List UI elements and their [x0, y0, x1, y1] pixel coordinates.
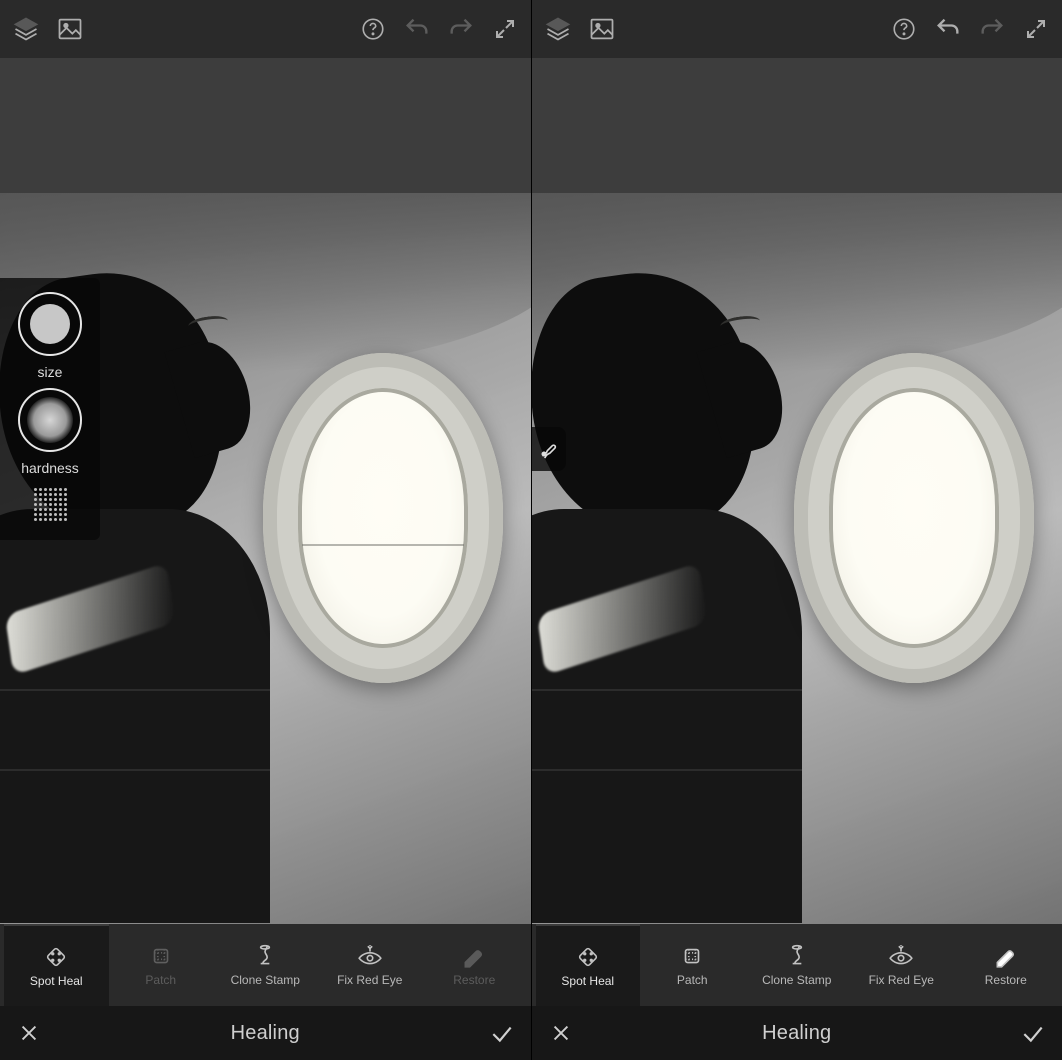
layers-icon[interactable] [542, 13, 574, 45]
brush-hardness-knob[interactable] [18, 388, 82, 452]
healing-tools: Spot Heal Patch Clone Stamp Fix Red Eye [0, 924, 531, 1006]
tool-patch[interactable]: Patch [640, 924, 745, 1006]
redo-icon[interactable] [445, 13, 477, 45]
undo-icon[interactable] [932, 13, 964, 45]
canvas-area[interactable]: size hardness [0, 58, 531, 924]
tool-restore-label: Restore [453, 973, 495, 987]
tool-clone-stamp-label: Clone Stamp [231, 973, 300, 987]
confirm-button[interactable] [487, 1018, 517, 1048]
airplane-window [263, 353, 503, 683]
subject-silhouette [532, 273, 802, 923]
tool-patch-label: Patch [677, 973, 708, 987]
cancel-button[interactable] [14, 1018, 44, 1048]
tool-restore[interactable]: Restore [954, 924, 1059, 1006]
image-icon[interactable] [54, 13, 86, 45]
airplane-window [794, 353, 1034, 683]
layers-icon[interactable] [10, 13, 42, 45]
tool-fix-red-eye[interactable]: Fix Red Eye [318, 924, 423, 1006]
help-icon[interactable] [888, 13, 920, 45]
top-toolbar [532, 0, 1062, 58]
undo-icon[interactable] [401, 13, 433, 45]
tool-spot-heal-label: Spot Heal [561, 974, 614, 988]
editor-panel-left: size hardness [0, 0, 531, 1060]
brush-settings-panel: size hardness [0, 278, 100, 540]
brush-hardness-label: hardness [21, 460, 79, 476]
tool-fix-red-eye-label: Fix Red Eye [337, 973, 402, 987]
editor-panel-right: Spot Heal Patch Clone Stamp Fix Red Eye [531, 0, 1062, 1060]
tool-clone-stamp[interactable]: Clone Stamp [745, 924, 850, 1006]
tool-patch-label: Patch [145, 973, 176, 987]
help-icon[interactable] [357, 13, 389, 45]
tool-spot-heal[interactable]: Spot Heal [536, 924, 641, 1006]
mode-title: Healing [576, 1022, 1019, 1045]
tool-restore[interactable]: Restore [422, 924, 527, 1006]
brush-size-knob[interactable] [18, 292, 82, 356]
confirm-button[interactable] [1018, 1018, 1048, 1048]
canvas-area[interactable] [532, 58, 1062, 924]
tool-restore-label: Restore [985, 973, 1027, 987]
mode-bar: Healing [0, 1006, 531, 1060]
mode-title: Healing [44, 1022, 487, 1045]
tool-fix-red-eye[interactable]: Fix Red Eye [849, 924, 954, 1006]
brush-pattern-icon[interactable] [30, 484, 70, 524]
tool-clone-stamp-label: Clone Stamp [762, 973, 831, 987]
tool-clone-stamp[interactable]: Clone Stamp [213, 924, 318, 1006]
healing-tools: Spot Heal Patch Clone Stamp Fix Red Eye [532, 924, 1062, 1006]
tool-spot-heal-label: Spot Heal [30, 974, 83, 988]
fullscreen-icon[interactable] [1020, 13, 1052, 45]
brush-settings-handle[interactable] [532, 427, 566, 471]
tool-spot-heal[interactable]: Spot Heal [4, 924, 109, 1006]
tool-fix-red-eye-label: Fix Red Eye [869, 973, 934, 987]
mode-bar: Healing [532, 1006, 1062, 1060]
top-toolbar [0, 0, 531, 58]
fullscreen-icon[interactable] [489, 13, 521, 45]
brush-size-label: size [38, 364, 63, 380]
image-icon[interactable] [586, 13, 618, 45]
redo-icon[interactable] [976, 13, 1008, 45]
tool-patch[interactable]: Patch [109, 924, 214, 1006]
cancel-button[interactable] [546, 1018, 576, 1048]
